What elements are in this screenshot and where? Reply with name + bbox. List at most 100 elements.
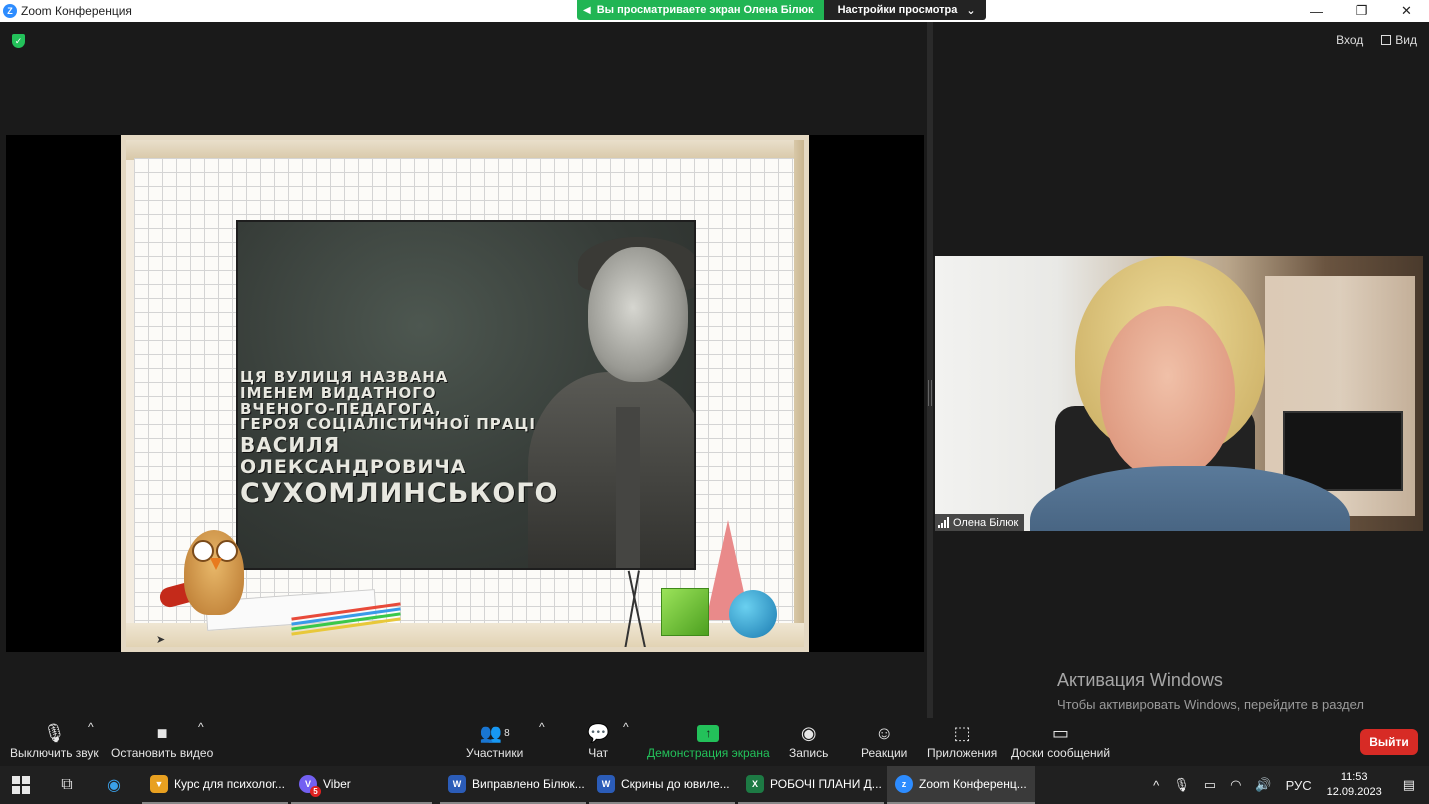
participants-count: 8 xyxy=(504,727,510,739)
chevron-down-icon: ⌄ xyxy=(966,4,976,17)
viber-icon: V5 xyxy=(299,775,321,797)
plaque-line: Сухомлинського xyxy=(240,477,559,509)
participant-face xyxy=(1100,306,1235,481)
chat-button[interactable]: 💬 Чат xyxy=(587,720,610,761)
activation-title: Активация Windows xyxy=(1057,670,1223,690)
whiteboards-label: Доски сообщений xyxy=(1011,746,1111,760)
mute-button[interactable]: 🎙 Выключить звук xyxy=(10,720,99,761)
taskbar-app-viber[interactable]: V5 Viber xyxy=(291,766,432,804)
taskbar-app-zoom[interactable]: z Zoom Конференц... xyxy=(887,766,1035,804)
clock-date: 12.09.2023 xyxy=(1326,786,1382,798)
green-cube-shape xyxy=(661,588,709,636)
taskbar-app-word-2[interactable]: W Скрины до ювиле... xyxy=(589,766,735,804)
apps-icon: ⬚ xyxy=(953,722,971,743)
splitter-handle[interactable] xyxy=(928,380,932,406)
shared-screen-frame: Ця вулиця названа іменем видатного вчено… xyxy=(6,135,924,652)
view-button[interactable]: Вид xyxy=(1381,33,1417,47)
show-hidden-icons-chevron[interactable]: ^ xyxy=(1153,778,1159,793)
excel-icon: X xyxy=(746,775,764,793)
volume-icon[interactable]: 🔊 xyxy=(1255,777,1271,793)
slide-frame-top xyxy=(126,140,804,160)
maximize-button[interactable]: ❐ xyxy=(1339,0,1384,22)
audio-options-caret[interactable]: ^ xyxy=(88,720,94,734)
taskbar-app-word-1[interactable]: W Виправлено Білюк... xyxy=(440,766,586,804)
leave-button[interactable]: Выйти xyxy=(1360,729,1418,755)
stop-video-label: Остановить видео xyxy=(111,746,214,760)
taskbar-app-label: Виправлено Білюк... xyxy=(472,777,585,791)
record-label: Запись xyxy=(789,746,829,760)
memorial-plaque-photo: Ця вулиця названа іменем видатного вчено… xyxy=(236,220,696,570)
chat-options-caret[interactable]: ^ xyxy=(623,720,629,734)
clock-time: 11:53 xyxy=(1340,771,1368,783)
whiteboards-button[interactable]: ▭ Доски сообщений xyxy=(1011,720,1111,761)
plaque-line: Героя Соціалістичної Праці xyxy=(240,415,536,434)
whiteboard-icon: ▭ xyxy=(1052,722,1070,743)
input-language[interactable]: РУС xyxy=(1286,778,1312,793)
participant-name-tag: Олена Білюк xyxy=(935,514,1025,531)
apps-label: Приложения xyxy=(927,746,998,760)
title-bar: Z Zoom Конференция ◀ Вы просматриваете э… xyxy=(0,0,1429,22)
view-settings-button[interactable]: Настройки просмотра ⌄ xyxy=(823,0,986,20)
clock[interactable]: 11:53 12.09.2023 xyxy=(1327,770,1382,800)
task-view-icon[interactable]: ⧉ xyxy=(55,773,79,797)
viewing-text: Вы просматриваете экран Олена Білюк xyxy=(596,4,814,16)
plaque-line: Василя xyxy=(240,433,341,457)
activation-line-1: Чтобы активировать Windows, перейдите в … xyxy=(1057,697,1364,712)
window-controls: — ❐ ✕ xyxy=(1294,0,1429,22)
participant-video-tile[interactable]: Олена Білюк xyxy=(935,256,1423,531)
minimize-button[interactable]: — xyxy=(1294,0,1339,22)
view-settings-label: Настройки просмотра xyxy=(837,4,958,16)
blue-sphere-shape xyxy=(729,590,777,638)
window-title: Zoom Конференция xyxy=(21,4,132,18)
participants-options-caret[interactable]: ^ xyxy=(539,720,545,734)
shared-screen-area: ✓ Ця вулиця названа іменем видатного вче… xyxy=(0,22,927,718)
taskbar-app-label: Скрины до ювиле... xyxy=(621,777,730,791)
record-button[interactable]: ◉ Запись xyxy=(789,720,829,761)
viber-badge: 5 xyxy=(310,786,321,797)
start-button[interactable] xyxy=(12,776,30,794)
presentation-slide: Ця вулиця названа іменем видатного вчено… xyxy=(121,135,809,652)
video-options-caret[interactable]: ^ xyxy=(198,720,204,734)
record-icon: ◉ xyxy=(800,722,817,743)
mute-label: Выключить звук xyxy=(10,746,99,760)
participant-name: Олена Білюк xyxy=(953,516,1019,529)
apps-button[interactable]: ⬚ Приложения xyxy=(927,720,998,761)
battery-icon[interactable]: ▭ xyxy=(1204,777,1216,793)
participants-icon: 👥 8 xyxy=(479,722,510,743)
chat-label: Чат xyxy=(588,746,609,760)
taskbar-app-label: Viber xyxy=(323,777,351,791)
viewing-indicator: ◀ Вы просматриваете экран Олена Білюк xyxy=(577,0,824,20)
plaque-text: Ця вулиця названа іменем видатного вчено… xyxy=(240,369,559,509)
smiley-plus-icon: ☺ xyxy=(874,722,894,743)
microphone-tray-icon[interactable]: 🎙 xyxy=(1173,777,1190,793)
chat-bubble-icon: 💬 xyxy=(587,722,610,743)
system-tray: ^ 🎙 ▭ ◠ 🔊 РУС 11:53 12.09.2023 ▤ xyxy=(1146,766,1429,804)
share-screen-icon: ↑ xyxy=(697,720,720,746)
close-button[interactable]: ✕ xyxy=(1384,0,1429,22)
portrait-tie xyxy=(616,407,640,568)
signal-strength-icon xyxy=(938,517,949,528)
share-screen-button[interactable]: ↑ Демонстрация экрана xyxy=(647,720,770,760)
participants-button[interactable]: 👥 8 Участники xyxy=(466,720,524,761)
plaque-line: Олександровича xyxy=(240,456,467,478)
meeting-toolbar: 🎙 Выключить звук ^ ■ Остановить видео ^ … xyxy=(0,718,1429,766)
word-doc-icon: W xyxy=(448,775,466,793)
video-side-panel: Вход Вид Олена Білюк Активация Windows Ч… xyxy=(933,22,1429,730)
reactions-label: Реакции xyxy=(861,746,908,760)
reactions-button[interactable]: ☺ Реакции xyxy=(861,720,908,761)
edge-browser-icon[interactable]: ◉ xyxy=(102,773,126,797)
taskbar-app-label: Курс для психолог... xyxy=(174,777,285,791)
wifi-icon[interactable]: ◠ xyxy=(1230,777,1241,793)
taskbar-app-excel[interactable]: X РОБОЧІ ПЛАНИ Д... xyxy=(738,766,884,804)
owl-illustration xyxy=(154,510,264,630)
owl-beak xyxy=(210,558,222,570)
notifications-icon[interactable]: ▤ xyxy=(1403,777,1415,793)
security-shield-icon[interactable]: ✓ xyxy=(12,34,25,48)
taskbar-app-browser[interactable]: ▼ Курс для психолог... xyxy=(142,766,288,804)
enter-button[interactable]: Вход xyxy=(1336,33,1363,47)
zoom-logo-icon: Z xyxy=(3,4,17,18)
word-doc-icon: W xyxy=(597,775,615,793)
participants-label: Участники xyxy=(466,746,524,760)
video-camera-icon: ■ xyxy=(156,722,168,743)
taskbar-app-label: Zoom Конференц... xyxy=(919,777,1027,791)
